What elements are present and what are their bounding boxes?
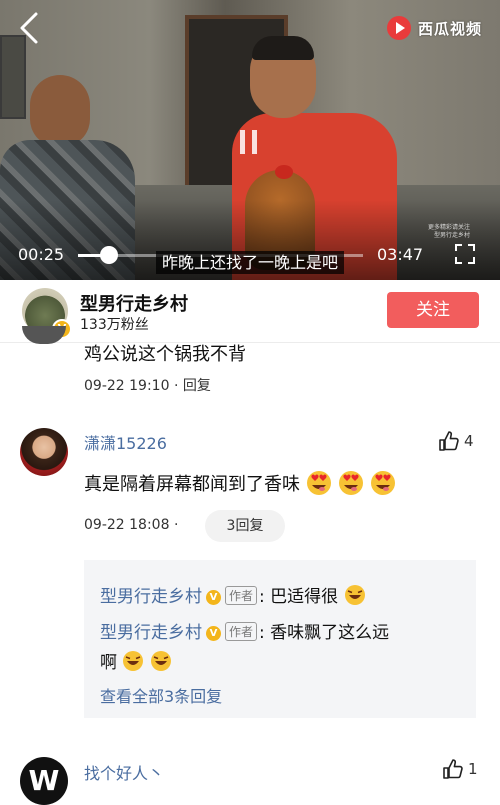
author-name[interactable]: 型男行走乡村 [80, 290, 188, 316]
grinning-emoji [344, 585, 365, 605]
follow-button[interactable]: 关注 [387, 292, 479, 328]
comment-text: 真是隔着屏幕都闻到了香味 [84, 470, 396, 496]
reply-author-name[interactable]: 型男行走乡村 [100, 587, 202, 607]
grinning-heart-eyes-emoji [307, 471, 331, 495]
reply-text: : 香味飘了这么远 [259, 623, 390, 643]
like-count: 1 [468, 760, 478, 778]
comment-time: 09-22 18:08 [84, 517, 170, 533]
reply-item[interactable]: 型男行走乡村 V 作者: 巴适得很 [100, 582, 366, 607]
reply-item[interactable]: 型男行走乡村 V 作者: 香味飘了这么远 [100, 618, 389, 643]
grinning-emoji [123, 651, 144, 671]
fullscreen-icon[interactable] [455, 244, 475, 264]
like-count: 4 [464, 432, 474, 450]
reply-author-name[interactable]: 型男行走乡村 [100, 623, 202, 643]
meta-separator: · [174, 517, 179, 533]
total-time: 03:47 [377, 245, 424, 264]
comment-meta: 09-22 19:10 · 回复 [84, 375, 211, 395]
subtitle-text: 昨晚上还找了一晚上是吧 [155, 251, 344, 274]
author-tag: 作者 [225, 622, 258, 641]
verified-badge: V [206, 590, 221, 605]
meta-separator: · [173, 378, 179, 394]
commenter-name[interactable]: 潇潇15226 [84, 430, 167, 454]
commenter-name[interactable]: 找个好人丶 [84, 760, 164, 784]
author-header: V 型男行走乡村 133万粉丝 关注 [0, 280, 500, 343]
thumbs-up-icon[interactable] [438, 430, 460, 452]
fan-count: 133万粉丝 [80, 317, 149, 333]
comment-text: 鸡公说这个锅我不背 [84, 344, 246, 365]
thumbs-up-icon[interactable] [442, 758, 464, 780]
grinning-heart-eyes-emoji [339, 471, 363, 495]
comment-text-body: 真是隔着屏幕都闻到了香味 [84, 474, 300, 495]
video-watermark: 更多精彩请关注 型男行走乡村 [428, 224, 471, 239]
pause-icon[interactable] [238, 128, 260, 156]
verified-badge: V [206, 626, 221, 641]
grinning-heart-eyes-emoji [371, 471, 395, 495]
reply-link[interactable]: 回复 [183, 378, 211, 394]
reply-text-continued: 啊 [100, 653, 117, 673]
brand-text: 西瓜视频 [418, 19, 483, 38]
reply-count-button[interactable]: 3回复 [205, 510, 285, 542]
emoji-row [300, 470, 396, 496]
video-rooster-comb [275, 165, 293, 179]
comment-time: 09-22 19:10 [84, 378, 170, 394]
view-all-replies-link[interactable]: 查看全部3条回复 [100, 683, 222, 707]
xigua-logo-icon [387, 16, 411, 40]
author-tag: 作者 [225, 586, 258, 605]
grinning-emoji [150, 651, 171, 671]
reply-item-continued: 啊 [100, 648, 172, 673]
subtitle-bar: 昨晚上还找了一晚上是吧 [0, 249, 500, 274]
reply-preview-box: 型男行走乡村 V 作者: 巴适得很 型男行走乡村 V 作者: 香味飘了这么远 啊 查看全… [84, 560, 476, 718]
video-player[interactable]: 西瓜视频 更多精彩请关注 型男行走乡村 00:25 昨晚上还找了一晚上是吧 03… [0, 0, 500, 280]
comment-avatar[interactable]: W [20, 757, 68, 805]
back-arrow-icon[interactable] [16, 10, 46, 46]
comment-avatar[interactable] [20, 428, 68, 476]
reply-text: : 巴适得很 [259, 587, 339, 607]
xigua-brand: 西瓜视频 [386, 13, 482, 43]
